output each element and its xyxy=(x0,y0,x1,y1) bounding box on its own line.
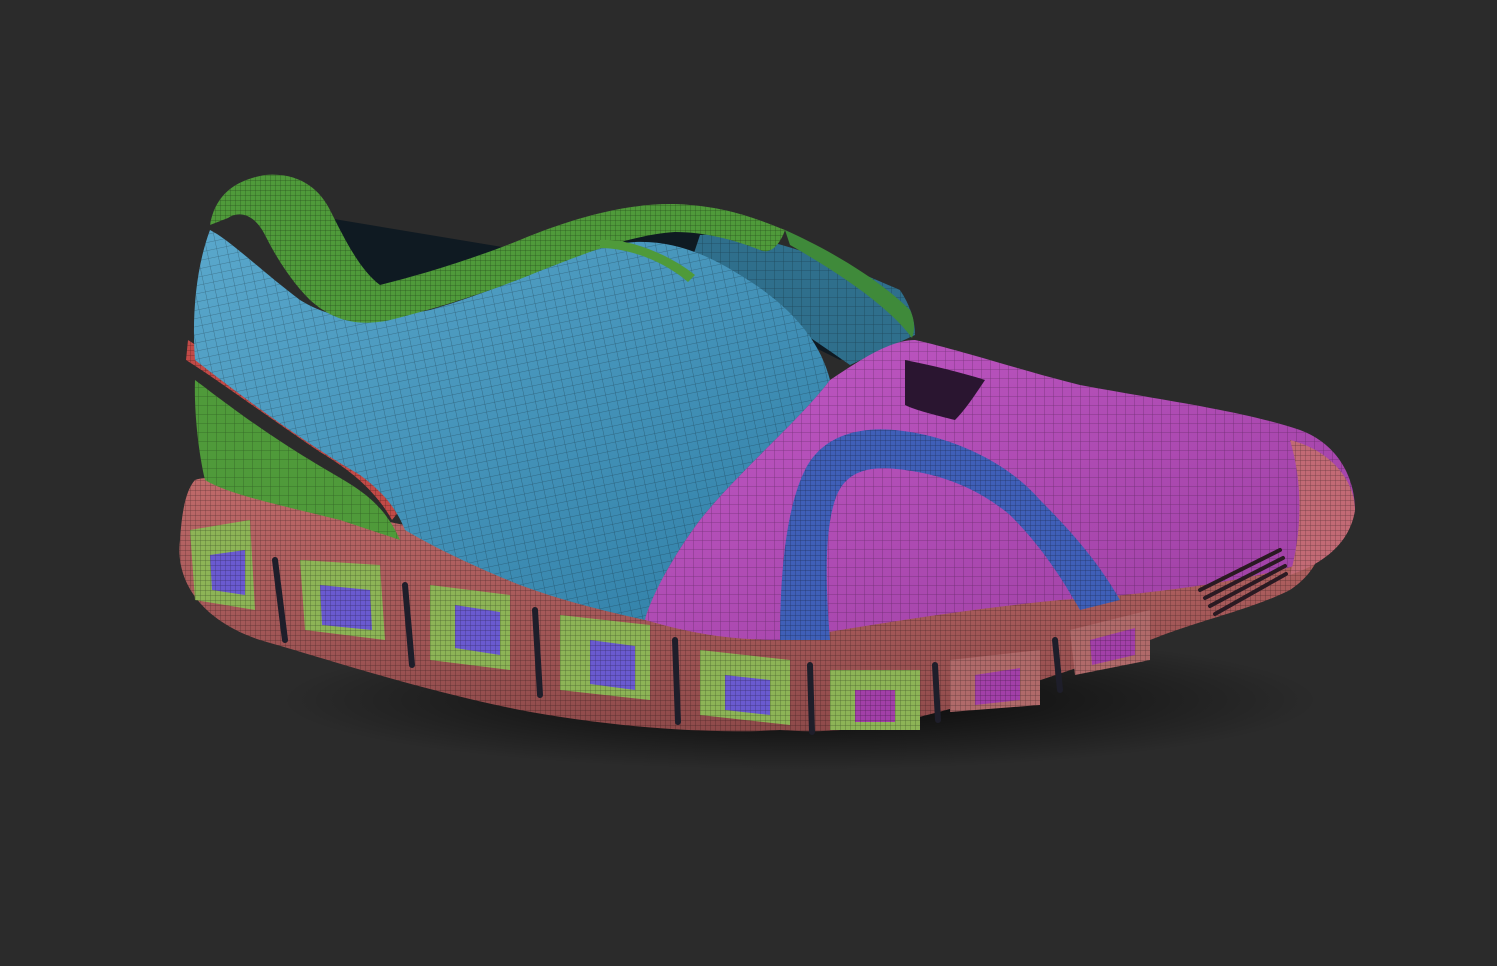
shoe-render xyxy=(179,174,1355,770)
3d-viewport[interactable] xyxy=(0,0,1497,966)
